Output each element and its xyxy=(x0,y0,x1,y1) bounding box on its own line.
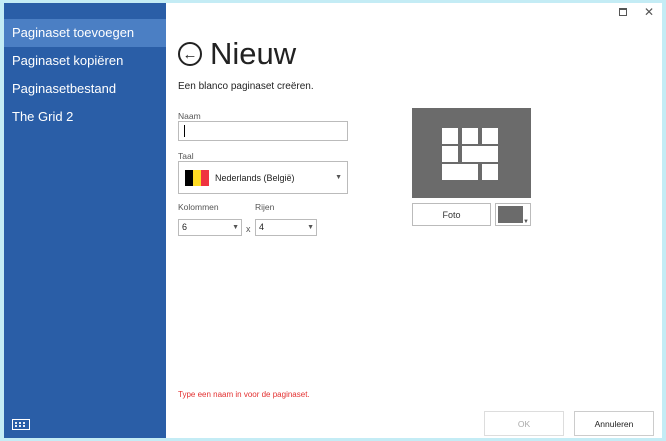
rows-select[interactable]: 4 ▼ xyxy=(255,219,317,236)
columns-select[interactable]: 6 ▼ xyxy=(178,219,242,236)
sidebar-item-pageset-file[interactable]: Paginasetbestand xyxy=(4,75,166,103)
color-swatch xyxy=(498,206,523,223)
rows-value: 4 xyxy=(259,222,265,232)
chevron-down-icon: ▼ xyxy=(335,174,342,181)
sidebar: Paginaset toevoegen Paginaset kopiëren P… xyxy=(4,3,166,438)
chevron-down-icon: ▼ xyxy=(307,224,314,231)
times-sign: x xyxy=(246,224,251,234)
language-label: Taal xyxy=(178,151,194,161)
color-picker-button[interactable]: ▼ xyxy=(495,203,531,226)
page-subtitle: Een blanco paginaset creëren. xyxy=(178,81,314,92)
ok-button[interactable]: OK xyxy=(484,411,564,436)
name-label: Naam xyxy=(178,111,201,121)
language-value: Nederlands (België) xyxy=(215,172,295,183)
main-content: ← Nieuw Een blanco paginaset creëren. Na… xyxy=(178,3,662,438)
sidebar-item-copy-pageset[interactable]: Paginaset kopiëren xyxy=(4,47,166,75)
sidebar-item-add-pageset[interactable]: Paginaset toevoegen xyxy=(4,19,166,47)
photo-button[interactable]: Foto xyxy=(412,203,491,226)
belgium-flag-icon xyxy=(185,169,209,186)
back-arrow-icon[interactable]: ← xyxy=(178,42,202,66)
keyboard-icon[interactable] xyxy=(12,419,30,430)
pageset-preview xyxy=(412,108,531,198)
name-input[interactable] xyxy=(178,121,348,141)
columns-label: Kolommen xyxy=(178,202,219,212)
error-message: Type een naam in voor de paginaset. xyxy=(178,390,310,399)
sidebar-item-the-grid-2[interactable]: The Grid 2 xyxy=(4,103,166,131)
chevron-down-icon: ▼ xyxy=(232,224,239,231)
dialog-window: Paginaset toevoegen Paginaset kopiëren P… xyxy=(4,3,662,438)
page-title: Nieuw xyxy=(210,36,297,71)
page-header: ← Nieuw xyxy=(178,36,296,72)
language-select[interactable]: Nederlands (België) ▼ xyxy=(178,161,348,194)
rows-label: Rijen xyxy=(255,202,275,212)
cancel-button[interactable]: Annuleren xyxy=(574,411,654,436)
grid-layout-icon xyxy=(442,128,498,180)
columns-value: 6 xyxy=(182,222,188,232)
text-caret xyxy=(184,125,185,137)
chevron-down-icon: ▼ xyxy=(523,219,529,225)
